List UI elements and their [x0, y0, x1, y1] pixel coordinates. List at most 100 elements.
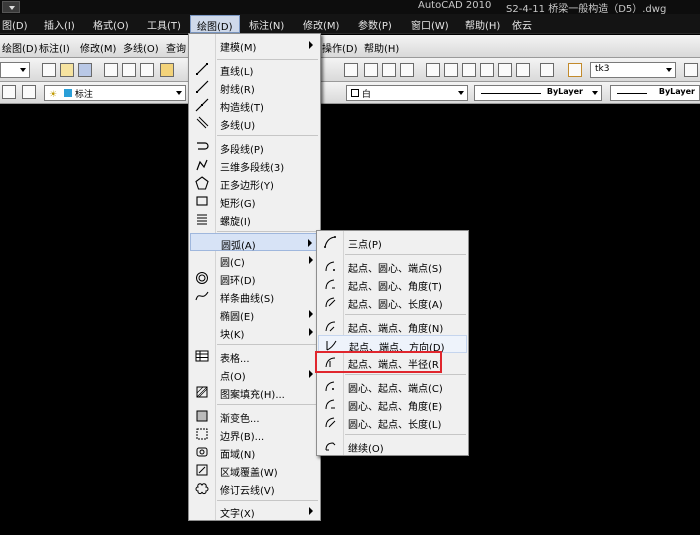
menu-item-arc[interactable]: 圆弧(A) [190, 233, 319, 252]
sheet-set-icon[interactable] [480, 63, 494, 77]
arc-csa-icon [325, 399, 335, 410]
menu-yiyun[interactable]: 依云 [512, 17, 532, 32]
menu-parameters[interactable]: 参数(P) [358, 17, 392, 32]
layer-combo[interactable]: ☀ 标注 [44, 85, 186, 101]
arc-item-scl[interactable]: 起点、圆心、长度(A) [318, 293, 467, 311]
file-title: S2-4-11 桥梁一般构造（D5）.dwg [506, 4, 667, 15]
preview-icon[interactable] [122, 63, 136, 77]
arc-item-csl[interactable]: 圆心、起点、长度(L) [318, 413, 467, 431]
tb-modify[interactable]: 修改(M) [80, 40, 116, 55]
zoom-realtime-icon[interactable] [364, 63, 378, 77]
menu-item-rectangle[interactable]: 矩形(G) [190, 192, 319, 210]
tb-operation[interactable]: 操作(D) [322, 40, 358, 55]
menu-item-mline[interactable]: 多线(U) [190, 114, 319, 132]
toolbar-menu-row: 绘图(D) 标注(I) 修改(M) 多线(O) 查询 操作(D) 帮助(H) [0, 35, 700, 58]
tool-palettes-icon[interactable] [462, 63, 476, 77]
print-icon[interactable] [104, 63, 118, 77]
menu-item-modeling[interactable]: 建模(M) [190, 36, 319, 54]
menu-bar: 图(D) 插入(I) 格式(O) 工具(T) 绘图(D) 标注(N) 修改(M)… [0, 14, 700, 34]
tb-dimension[interactable]: 标注(I) [39, 40, 70, 55]
menu-item-circle[interactable]: 圆(C) [190, 251, 319, 269]
arc-cse-icon [325, 381, 335, 392]
arc-item-cse[interactable]: 圆心、起点、端点(C) [318, 377, 467, 395]
zoom-window-icon[interactable] [382, 63, 396, 77]
properties-icon[interactable] [426, 63, 440, 77]
text-style-combo[interactable]: tk3 [590, 62, 676, 78]
gradient-icon [196, 410, 208, 422]
menu-item-line[interactable]: 直线(L) [190, 60, 319, 78]
line-icon [196, 63, 208, 75]
menu-item-ellipse[interactable]: 椭圆(E) [190, 305, 319, 323]
arc-item-csa[interactable]: 圆心、起点、角度(E) [318, 395, 467, 413]
title-bar: AutoCAD 2010 S2-4-11 桥梁一般构造（D5）.dwg [0, 0, 700, 15]
arc-item-continue[interactable]: 继续(O) [318, 437, 467, 455]
open-file-icon[interactable] [60, 63, 74, 77]
menu-item-xline[interactable]: 构造线(T) [190, 96, 319, 114]
arc-sca-icon [325, 279, 335, 290]
menu-insert[interactable]: 插入(I) [44, 17, 75, 32]
quickcalc-icon[interactable] [516, 63, 530, 77]
layer-manager-icon[interactable] [2, 85, 16, 99]
menu-tools[interactable]: 工具(T) [147, 17, 181, 32]
menu-format[interactable]: 格式(O) [93, 17, 129, 32]
tb-draw[interactable]: 绘图(D) [2, 40, 38, 55]
tb-help[interactable]: 帮助(H) [364, 40, 399, 55]
arc-item-3point[interactable]: 三点(P) [318, 233, 467, 251]
menu-item-spline[interactable]: 样条曲线(S) [190, 287, 319, 305]
menu-help[interactable]: 帮助(H) [465, 17, 500, 32]
draw-menu: 建模(M) 直线(L) 射线(R) 构造线(T) 多线(U) 多段线(P) 三维… [188, 33, 321, 521]
layer-state-icon[interactable] [22, 85, 36, 99]
submenu-arrow-icon [308, 239, 312, 247]
tb-inquiry[interactable]: 查询 [166, 40, 186, 55]
menu-item-polyline[interactable]: 多段线(P) [190, 138, 319, 156]
linetype-combo[interactable]: ByLayer [474, 85, 602, 101]
menu-dimension[interactable]: 标注(N) [249, 17, 284, 32]
menu-item-block[interactable]: 块(K) [190, 323, 319, 341]
color-combo[interactable]: 白 [346, 85, 468, 101]
help-icon[interactable] [540, 63, 554, 77]
menu-item-text[interactable]: 文字(X) [190, 502, 319, 520]
menu-item-helix[interactable]: 螺旋(I) [190, 210, 319, 228]
menu-draw[interactable]: 绘图(D) [190, 15, 240, 33]
arc-item-sca[interactable]: 起点、圆心、角度(T) [318, 275, 467, 293]
dim-style-icon[interactable] [684, 63, 698, 77]
workspace-combo[interactable] [0, 62, 30, 78]
menu-draw-partial[interactable]: 图(D) [2, 17, 28, 32]
save-icon[interactable] [78, 63, 92, 77]
menu-item-3dpoly[interactable]: 三维多段线(3) [190, 156, 319, 174]
publish-icon[interactable] [140, 63, 154, 77]
lightbulb-icon: ☀ [49, 90, 58, 100]
menu-item-polygon[interactable]: 正多边形(Y) [190, 174, 319, 192]
zoom-previous-icon[interactable] [400, 63, 414, 77]
menu-item-table[interactable]: 表格... [190, 347, 319, 365]
pan-icon[interactable] [344, 63, 358, 77]
region-icon [196, 447, 208, 457]
layer-value: 标注 [74, 90, 93, 100]
arc-item-sce[interactable]: 起点、圆心、端点(S) [318, 257, 467, 275]
menu-item-boundary[interactable]: 边界(B)... [190, 425, 319, 443]
layer-color-swatch [63, 89, 72, 97]
submenu-arrow-icon [309, 256, 313, 264]
menu-modify[interactable]: 修改(M) [303, 17, 339, 32]
arc-item-sea[interactable]: 起点、端点、角度(N) [318, 317, 467, 335]
menu-item-ray[interactable]: 射线(R) [190, 78, 319, 96]
menu-item-wipeout[interactable]: 区域覆盖(W) [190, 461, 319, 479]
toolbar-layers: ☀ 标注 白 ByLayer ByLayer [0, 82, 700, 104]
menu-item-hatch[interactable]: 图案填充(H)... [190, 383, 319, 401]
menu-item-gradient[interactable]: 渐变色... [190, 407, 319, 425]
design-center-icon[interactable] [444, 63, 458, 77]
markup-icon[interactable] [498, 63, 512, 77]
menu-item-point[interactable]: 点(O) [190, 365, 319, 383]
lineweight-combo[interactable]: ByLayer [610, 85, 700, 101]
menu-window[interactable]: 窗口(W) [411, 17, 449, 32]
new-file-icon[interactable] [42, 63, 56, 77]
menu-item-region[interactable]: 面域(N) [190, 443, 319, 461]
menu-item-revcloud[interactable]: 修订云线(V) [190, 479, 319, 497]
menu-item-donut[interactable]: 圆环(D) [190, 269, 319, 287]
ray-icon [196, 80, 209, 93]
app-menu-button[interactable] [2, 1, 20, 13]
3d-dwf-icon[interactable] [160, 63, 174, 77]
tb-mline[interactable]: 多线(O) [123, 40, 159, 55]
text-style-icon[interactable] [568, 63, 582, 77]
toolbar-standard: tk3 [0, 58, 700, 82]
